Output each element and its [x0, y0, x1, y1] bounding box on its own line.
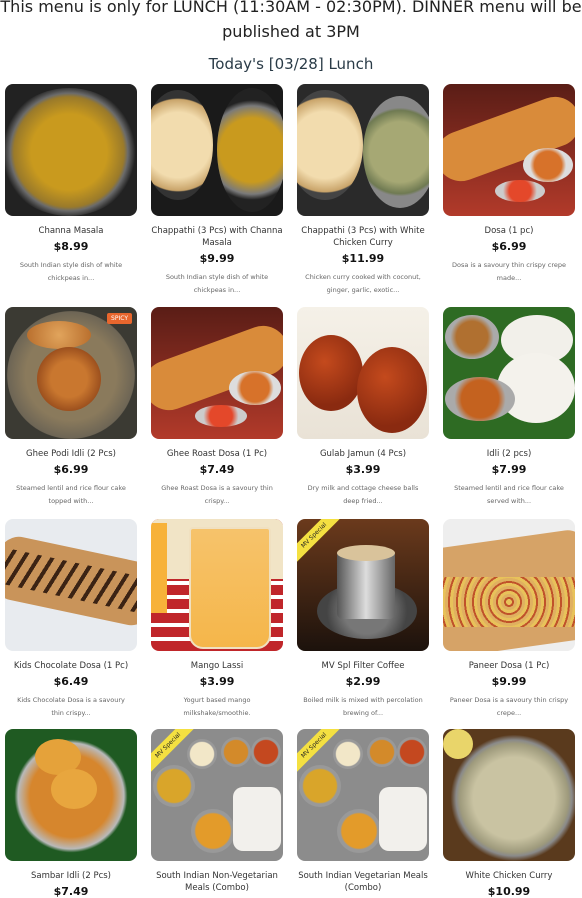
item-price: $10.99: [487, 885, 531, 898]
menu-item[interactable]: Dosa (1 pc) $6.99 Dosa is a savoury thin…: [443, 84, 575, 285]
item-price: $9.99: [199, 252, 235, 265]
item-price: $8.99: [53, 240, 89, 253]
item-image[interactable]: [151, 307, 283, 439]
item-image[interactable]: [443, 84, 575, 216]
item-name: Gulab Jamun (4 Pcs): [319, 449, 407, 459]
menu-item[interactable]: Chappathi (3 Pcs) with White Chicken Cur…: [297, 84, 429, 297]
item-price: $6.99: [491, 240, 527, 253]
item-image[interactable]: [151, 84, 283, 216]
item-image[interactable]: [5, 729, 137, 861]
menu-item[interactable]: Channa Masala $8.99 South Indian style d…: [5, 84, 137, 285]
item-image[interactable]: [151, 519, 283, 651]
item-name: Ghee Roast Dosa (1 Pc): [166, 449, 268, 459]
item-name: MV Spl Filter Coffee: [321, 661, 405, 671]
item-image[interactable]: MV Special: [297, 519, 429, 651]
item-price: $7.49: [199, 463, 235, 476]
menu-item[interactable]: SPICY Ghee Podi Idli (2 Pcs) $6.99 Steam…: [5, 307, 137, 508]
menu-item[interactable]: Mango Lassi $3.99 Yogurt based mango mil…: [151, 519, 283, 720]
item-desc: Boiled milk is mixed with percolation br…: [303, 696, 423, 717]
item-image[interactable]: [443, 307, 575, 439]
item-name: Ghee Podi Idli (2 Pcs): [26, 449, 116, 459]
item-desc: Steamed lentil and rice flour cake toppe…: [16, 484, 126, 505]
item-desc: Paneer Dosa is a savoury thin crispy cre…: [449, 696, 569, 717]
menu-item[interactable]: Chappathi (3 Pcs) with Channa Masala $9.…: [151, 84, 283, 297]
item-price: $3.99: [199, 675, 235, 688]
item-desc: South Indian style dish of white chickpe…: [19, 261, 123, 282]
item-price: $7.49: [53, 885, 89, 898]
item-image[interactable]: SPICY: [5, 307, 137, 439]
today-heading: Today's [03/28] Lunch: [208, 55, 374, 73]
menu-item[interactable]: Sambar Idli (2 Pcs) $7.49: [5, 729, 137, 898]
item-name: Chappathi (3 Pcs) with Channa Masala: [151, 226, 283, 248]
menu-item[interactable]: Ghee Roast Dosa (1 Pc) $7.49 Ghee Roast …: [151, 307, 283, 508]
menu-item[interactable]: MV Special South Indian Non-Vegetarian M…: [151, 729, 283, 894]
item-image[interactable]: [297, 84, 429, 216]
menu-item[interactable]: Paneer Dosa (1 Pc) $9.99 Paneer Dosa is …: [443, 519, 575, 720]
item-name: Mango Lassi: [190, 661, 244, 671]
item-name: Idli (2 pcs): [486, 449, 532, 459]
item-name: Channa Masala: [38, 226, 104, 236]
item-image[interactable]: [297, 307, 429, 439]
item-name: South Indian Non-Vegetarian Meals (Combo…: [156, 871, 278, 893]
item-image[interactable]: [5, 84, 137, 216]
item-price: $7.99: [491, 463, 527, 476]
item-name: Paneer Dosa (1 Pc): [468, 661, 550, 671]
item-desc: Kids Chocolate Dosa is a savoury thin cr…: [17, 696, 125, 717]
item-desc: Chicken curry cooked with coconut, ginge…: [305, 273, 421, 294]
item-image[interactable]: [443, 729, 575, 861]
item-image[interactable]: MV Special: [151, 729, 283, 861]
item-name: Kids Chocolate Dosa (1 Pc): [13, 661, 129, 671]
item-price: $2.99: [345, 675, 381, 688]
item-name: Chappathi (3 Pcs) with White Chicken Cur…: [301, 226, 425, 248]
menu-item[interactable]: Idli (2 pcs) $7.99 Steamed lentil and ri…: [443, 307, 575, 508]
item-price: $6.99: [53, 463, 89, 476]
item-name: South Indian Vegetarian Meals (Combo): [298, 871, 428, 893]
item-name: Dosa (1 pc): [484, 226, 534, 236]
item-desc: South Indian style dish of white chickpe…: [165, 273, 269, 294]
item-name: White Chicken Curry: [465, 871, 553, 881]
item-desc: Dry milk and cottage cheese balls deep f…: [307, 484, 419, 505]
item-name: Sambar Idli (2 Pcs): [31, 871, 111, 881]
item-price: $9.99: [491, 675, 527, 688]
menu-item[interactable]: MV Special MV Spl Filter Coffee $2.99 Bo…: [297, 519, 429, 720]
item-price: $11.99: [341, 252, 385, 265]
item-desc: Steamed lentil and rice flour cake serve…: [454, 484, 564, 505]
menu-item[interactable]: White Chicken Curry $10.99: [443, 729, 575, 898]
item-price: $6.49: [53, 675, 89, 688]
item-image[interactable]: MV Special: [297, 729, 429, 861]
menu-item[interactable]: Kids Chocolate Dosa (1 Pc) $6.49 Kids Ch…: [5, 519, 137, 720]
item-image[interactable]: [443, 519, 575, 651]
item-desc: Dosa is a savoury thin crispy crepe made…: [452, 261, 566, 282]
item-image[interactable]: [5, 519, 137, 651]
spicy-badge: SPICY: [107, 313, 132, 324]
item-desc: Yogurt based mango milkshake/smoothie.: [183, 696, 251, 717]
menu-item[interactable]: Gulab Jamun (4 Pcs) $3.99 Dry milk and c…: [297, 307, 429, 508]
item-price: $3.99: [345, 463, 381, 476]
menu-notice: This menu is only for LUNCH (11:30AM - 0…: [0, 0, 582, 41]
menu-item[interactable]: MV Special South Indian Vegetarian Meals…: [297, 729, 429, 894]
item-desc: Ghee Roast Dosa is a savoury thin crispy…: [161, 484, 273, 505]
